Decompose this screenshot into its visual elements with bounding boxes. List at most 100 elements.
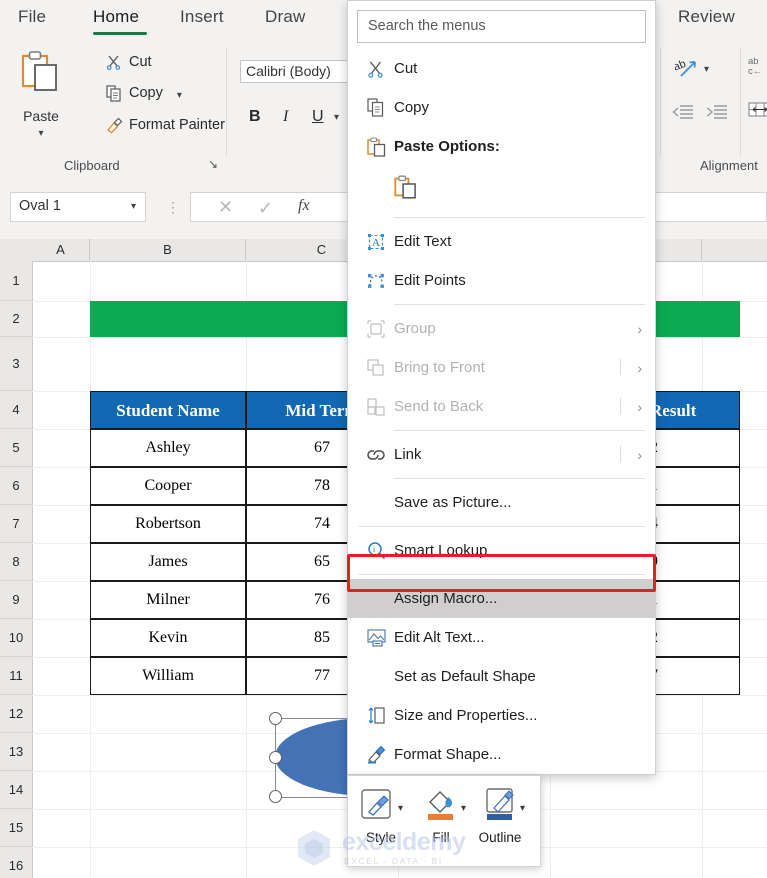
row-header-9[interactable]: 9 bbox=[0, 581, 32, 619]
resize-handle-bottom-left[interactable] bbox=[269, 790, 282, 803]
column-header-A[interactable]: A bbox=[32, 239, 90, 261]
copy-caret-icon[interactable]: ▾ bbox=[177, 90, 182, 101]
table-cell-student-name[interactable]: James bbox=[90, 543, 246, 581]
enter-check-icon[interactable]: ✓ bbox=[258, 198, 273, 219]
row-header-11[interactable]: 11 bbox=[0, 657, 32, 695]
menu-item-edit-points[interactable]: Edit Points bbox=[348, 261, 655, 300]
format-shape-icon bbox=[358, 742, 394, 768]
paste-icon bbox=[358, 134, 394, 160]
row-header-7[interactable]: 7 bbox=[0, 505, 32, 543]
row-header-3[interactable]: 3 bbox=[0, 337, 32, 391]
menu-item-size-and-properties[interactable]: Size and Properties... bbox=[348, 696, 655, 735]
underline-caret-icon[interactable]: ▾ bbox=[334, 112, 339, 123]
clipboard-dialog-launcher[interactable]: ↘ bbox=[208, 157, 218, 171]
format-painter-button[interactable]: Format Painter bbox=[106, 117, 225, 134]
fill-caret-icon[interactable]: ▾ bbox=[461, 803, 466, 814]
menu-item-edit-alt-text[interactable]: Edit Alt Text... bbox=[348, 618, 655, 657]
tab-home[interactable]: Home bbox=[93, 7, 139, 27]
table-cell-student-name[interactable]: Milner bbox=[90, 581, 246, 619]
underline-button[interactable]: U bbox=[312, 108, 324, 126]
resize-handle-middle-left[interactable] bbox=[269, 751, 282, 764]
menu-separator bbox=[394, 217, 645, 218]
fill-bucket-icon bbox=[428, 791, 453, 820]
row-header-5[interactable]: 5 bbox=[0, 429, 32, 467]
scissors-icon bbox=[358, 56, 394, 82]
menu-item-smart-lookup[interactable]: i Smart Lookup bbox=[348, 531, 655, 570]
submenu-separator bbox=[620, 359, 621, 375]
menu-item-paste-options[interactable]: Paste Options: bbox=[348, 127, 655, 166]
menu-item-set-as-default-shape[interactable]: Set as Default Shape bbox=[348, 657, 655, 696]
table-cell-result[interactable]: 4 bbox=[649, 505, 740, 543]
table-cell-student-name[interactable]: Kevin bbox=[90, 619, 246, 657]
name-box[interactable]: Oval 1 ▾ bbox=[10, 192, 146, 222]
alt-text-icon bbox=[358, 625, 394, 651]
menu-item-assign-macro[interactable]: Assign Macro... bbox=[348, 579, 655, 618]
formula-bar-grip[interactable]: ⋮ bbox=[166, 199, 180, 216]
table-cell-student-name[interactable]: William bbox=[90, 657, 246, 695]
row-header-12[interactable]: 12 bbox=[0, 695, 32, 733]
menu-item-link[interactable]: Link › bbox=[348, 435, 655, 474]
table-cell-result[interactable]: 2 bbox=[649, 619, 740, 657]
row-header-6[interactable]: 6 bbox=[0, 467, 32, 505]
row-header-16[interactable]: 16 bbox=[0, 847, 32, 878]
search-menus-input[interactable]: Search the menus bbox=[357, 10, 646, 43]
row-header-10[interactable]: 10 bbox=[0, 619, 32, 657]
table-cell-student-name[interactable]: Ashley bbox=[90, 429, 246, 467]
menu-item-edit-text[interactable]: A Edit Text bbox=[348, 222, 655, 261]
table-cell-result[interactable]: 2 bbox=[649, 429, 740, 467]
name-box-dropdown-icon[interactable]: ▾ bbox=[131, 201, 136, 212]
table-header-student-name: Student Name bbox=[90, 391, 246, 429]
group-separator-1 bbox=[226, 48, 227, 156]
font-name-input[interactable]: Calibri (Body) bbox=[240, 60, 352, 83]
tab-home-underline bbox=[93, 32, 147, 35]
column-header-F[interactable] bbox=[702, 239, 767, 261]
outline-button[interactable] bbox=[484, 786, 518, 829]
function-icon[interactable]: fx bbox=[298, 197, 310, 215]
cut-button[interactable]: Cut bbox=[106, 54, 152, 71]
tab-draw[interactable]: Draw bbox=[265, 7, 305, 27]
menu-item-send-to-back: Send to Back › bbox=[348, 387, 655, 426]
table-cell-result[interactable]: 9 bbox=[649, 543, 740, 581]
menu-item-format-shape[interactable]: Format Shape... bbox=[348, 735, 655, 774]
italic-button[interactable]: I bbox=[283, 108, 288, 126]
tab-file[interactable]: File bbox=[18, 7, 46, 27]
row-header-1[interactable]: 1 bbox=[0, 261, 32, 301]
tab-insert[interactable]: Insert bbox=[180, 7, 224, 27]
row-header-13[interactable]: 13 bbox=[0, 733, 32, 771]
menu-item-copy[interactable]: Copy bbox=[348, 88, 655, 127]
paste-button[interactable]: Paste ▾ bbox=[12, 46, 70, 154]
table-cell-result[interactable]: 1 bbox=[649, 581, 740, 619]
style-caret-icon[interactable]: ▾ bbox=[398, 803, 403, 814]
table-cell-student-name[interactable]: Cooper bbox=[90, 467, 246, 505]
paste-keep-source-formatting-icon[interactable] bbox=[394, 175, 417, 204]
table-cell-student-name[interactable]: Robertson bbox=[90, 505, 246, 543]
decrease-indent-button[interactable] bbox=[672, 104, 694, 125]
tab-review[interactable]: Review bbox=[678, 7, 735, 27]
table-cell-result[interactable]: 7 bbox=[649, 657, 740, 695]
row-header-4[interactable]: 4 bbox=[0, 391, 32, 429]
menu-item-save-as-picture[interactable]: Save as Picture... bbox=[348, 483, 655, 522]
table-cell-result[interactable]: 1 bbox=[649, 467, 740, 505]
style-button[interactable] bbox=[360, 788, 398, 827]
orientation-caret-icon[interactable]: ▾ bbox=[704, 64, 709, 75]
cancel-icon[interactable]: ✕ bbox=[218, 197, 233, 218]
copy-button[interactable]: Copy ▾ bbox=[106, 85, 182, 102]
text-orientation-button[interactable]: ab bbox=[672, 57, 699, 84]
row-header-2[interactable]: 2 bbox=[0, 301, 32, 337]
merge-cells-button[interactable] bbox=[748, 101, 767, 124]
row-header-15[interactable]: 15 bbox=[0, 809, 32, 847]
outline-caret-icon[interactable]: ▾ bbox=[520, 803, 525, 814]
watermark-text: exceldemy bbox=[342, 828, 466, 856]
fill-button[interactable] bbox=[424, 786, 458, 829]
bold-button[interactable]: B bbox=[249, 108, 261, 126]
watermark-subtitle: EXCEL - DATA - BI bbox=[344, 856, 443, 866]
wrap-text-button[interactable]: ab c← bbox=[748, 55, 767, 84]
group-icon bbox=[358, 316, 394, 342]
resize-handle-top-left[interactable] bbox=[269, 712, 282, 725]
increase-indent-button[interactable] bbox=[706, 104, 728, 125]
menu-item-cut[interactable]: Cut bbox=[348, 49, 655, 88]
paste-options-row[interactable] bbox=[348, 166, 655, 213]
row-header-8[interactable]: 8 bbox=[0, 543, 32, 581]
column-header-B[interactable]: B bbox=[90, 239, 246, 261]
row-header-14[interactable]: 14 bbox=[0, 771, 32, 809]
